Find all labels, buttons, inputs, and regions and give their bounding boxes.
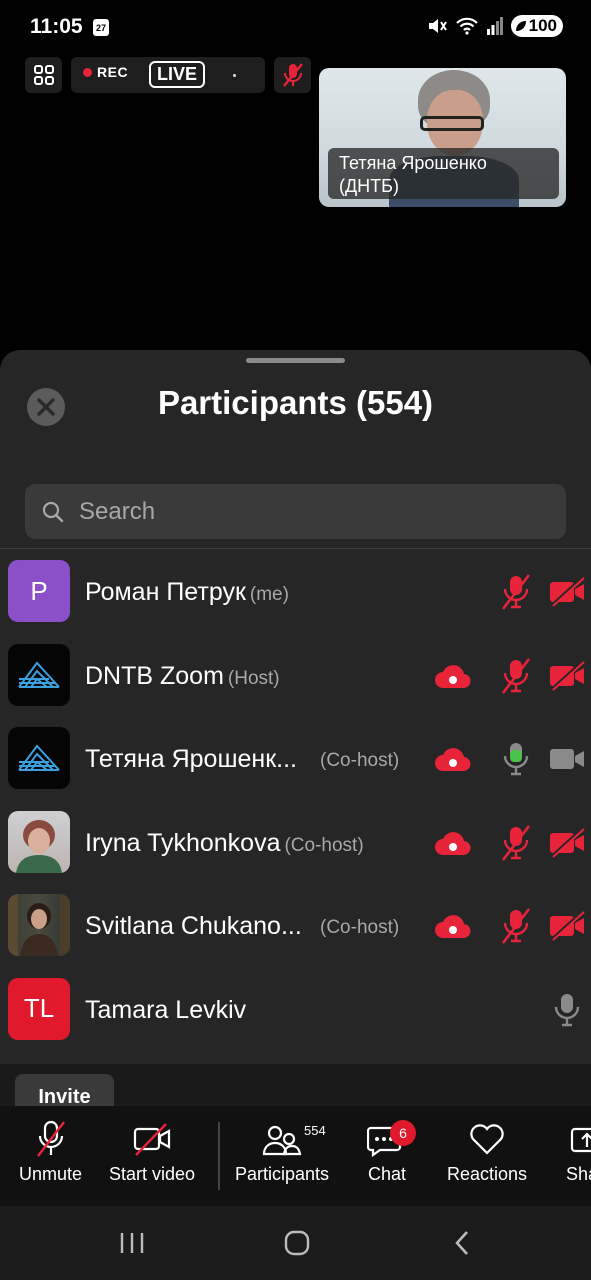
- participant-row[interactable]: Iryna Tykhonkova (Co-host): [0, 801, 591, 885]
- mic-unmuted-icon: [547, 990, 587, 1030]
- mic-active-icon: [496, 739, 536, 779]
- live-indicator-dot: [233, 74, 236, 77]
- avatar: TL: [8, 977, 70, 1040]
- cloud-recording-icon: [433, 906, 473, 946]
- start-video-label: Start video: [109, 1164, 196, 1184]
- close-button[interactable]: [27, 388, 65, 426]
- share-label: Sha: [566, 1164, 591, 1184]
- participant-role: (me): [249, 584, 289, 605]
- battery-indicator: 100: [510, 15, 563, 37]
- reactions-label: Reactions: [447, 1164, 528, 1184]
- profile-photo-icon: [16, 819, 62, 873]
- participant-name: Iryna Tykhonkova: [85, 828, 281, 857]
- mic-muted-icon: [496, 823, 536, 863]
- cloud-recording-icon: [433, 823, 473, 863]
- participants-count: 554: [304, 1123, 326, 1138]
- camera-off-icon: [547, 906, 587, 946]
- participant-row[interactable]: Svitlana Chukano... (Co-host): [0, 884, 591, 968]
- participants-list: P Роман Петрук (me) DNTB Zoom (Host) Тет…: [0, 550, 591, 1051]
- mic-muted-icon: [496, 906, 536, 946]
- participant-name: Роман Петрук: [85, 578, 246, 606]
- signal-icon: [486, 17, 503, 35]
- search-input[interactable]: [79, 497, 539, 526]
- leaf-icon: [515, 21, 526, 31]
- recents-icon: [120, 1233, 144, 1253]
- grid-icon: [33, 65, 54, 85]
- avatar: [8, 894, 70, 956]
- participant-role: (Co-host): [284, 834, 364, 856]
- avatar: [8, 727, 70, 789]
- rec-badge: REC: [83, 64, 128, 80]
- share-icon: [570, 1127, 591, 1153]
- search-box[interactable]: [25, 484, 566, 539]
- home-button[interactable]: [277, 1228, 317, 1258]
- top-mute-button[interactable]: [274, 57, 311, 93]
- calendar-icon: 27: [93, 19, 109, 36]
- panel-title: Participants (554): [157, 384, 434, 421]
- recent-apps-button[interactable]: [112, 1228, 152, 1258]
- rec-label: REC: [97, 64, 129, 80]
- participant-role: (Co-host): [320, 750, 400, 771]
- live-badge: LIVE: [149, 61, 206, 88]
- share-button[interactable]: Sha: [566, 1120, 591, 1185]
- start-video-button[interactable]: Start video: [109, 1120, 195, 1185]
- battery-level: 100: [528, 16, 557, 35]
- participant-name: DNTB Zoom: [85, 661, 224, 690]
- status-icons: 100: [427, 15, 563, 37]
- heart-icon: [470, 1124, 504, 1155]
- camera-off-icon: [547, 823, 587, 863]
- system-nav-bar: [0, 1206, 591, 1280]
- mic-muted-icon: [36, 1120, 65, 1157]
- participant-name: Tamara Levkiv: [85, 995, 247, 1024]
- camera-off-icon: [133, 1123, 171, 1156]
- camera-off-icon: [547, 572, 587, 612]
- close-icon: [37, 398, 55, 416]
- status-time: 11:05: [30, 15, 83, 38]
- search-icon: [42, 501, 64, 522]
- rec-dot-icon: [83, 67, 92, 77]
- avatar: [8, 810, 70, 873]
- mic-muted-icon: [282, 63, 303, 87]
- cloud-recording-icon: [433, 656, 473, 696]
- drag-handle[interactable]: [246, 358, 345, 363]
- back-button[interactable]: [442, 1228, 482, 1258]
- people-icon: [262, 1125, 302, 1156]
- participant-role: (Host): [227, 667, 280, 689]
- meeting-toolbar: Unmute Start video Participants 554 Chat…: [0, 1106, 591, 1206]
- avatar: P: [8, 560, 70, 622]
- status-bar: 11:05 27 100: [0, 0, 591, 56]
- participant-row[interactable]: DNTB Zoom (Host): [0, 634, 591, 718]
- mic-muted-icon: [496, 572, 536, 612]
- mute-icon: [428, 19, 447, 33]
- wifi-icon: [455, 17, 478, 35]
- chat-label: Chat: [367, 1164, 407, 1184]
- home-icon: [284, 1230, 310, 1256]
- profile-photo-icon: [8, 894, 70, 956]
- chat-unread-badge: 6: [390, 1120, 416, 1146]
- back-icon: [455, 1231, 468, 1255]
- participant-row[interactable]: TL Tamara Levkiv: [0, 968, 591, 1052]
- mic-muted-icon: [496, 656, 536, 696]
- dntb-logo-icon: [18, 744, 60, 771]
- active-speaker-video[interactable]: Тетяна Ярошенко (ДНТБ): [319, 68, 566, 207]
- camera-on-icon: [547, 739, 587, 779]
- avatar: [8, 643, 70, 706]
- participant-row[interactable]: P Роман Петрук (me): [0, 550, 591, 634]
- dntb-logo-icon: [18, 660, 60, 688]
- recording-live-status[interactable]: REC LIVE: [71, 57, 265, 93]
- participants-label: Participants: [235, 1164, 330, 1184]
- unmute-button[interactable]: Unmute: [19, 1120, 82, 1185]
- camera-off-icon: [547, 656, 587, 696]
- participant-row[interactable]: Тетяна Ярошенк... (Co-host): [0, 717, 591, 801]
- reactions-button[interactable]: Reactions: [447, 1120, 527, 1185]
- cloud-recording-icon: [433, 739, 473, 779]
- participant-name: Тетяна Ярошенк...: [85, 745, 297, 773]
- unmute-label: Unmute: [19, 1164, 83, 1184]
- participant-name: Svitlana Chukano...: [85, 912, 302, 940]
- participant-role: (Co-host): [320, 917, 400, 938]
- gallery-view-button[interactable]: [25, 57, 62, 93]
- video-name-label: Тетяна Ярошенко (ДНТБ): [328, 148, 559, 199]
